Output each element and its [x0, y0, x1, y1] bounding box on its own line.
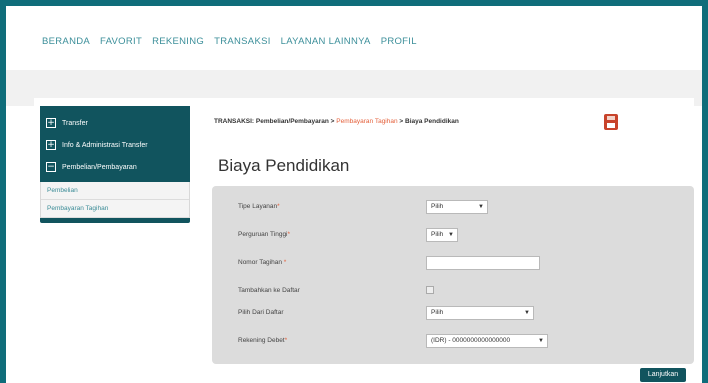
pilih-daftar-select[interactable]: Pilih ▼: [426, 306, 534, 320]
row-tipe-layanan: Tipe Layanan* Pilih ▼: [212, 200, 694, 216]
sidebar-groups: + Transfer + Info & Administrasi Transfe…: [40, 106, 190, 182]
row-perguruan-tinggi: Perguruan Tinggi* Pilih ▼: [212, 228, 694, 244]
chevron-down-icon: ▼: [448, 232, 454, 238]
nav-profil[interactable]: PROFIL: [381, 36, 417, 47]
top-navigation: BERANDA FAVORIT REKENING TRANSAKSI LAYAN…: [6, 6, 702, 71]
rekening-debet-select[interactable]: (IDR) - 0000000000000000 ▼: [426, 334, 548, 348]
lanjutkan-button[interactable]: Lanjutkan: [640, 368, 686, 382]
row-pilih-daftar: Pilih Dari Daftar Pilih ▼: [212, 306, 694, 322]
nav-layanan-lainnya[interactable]: LAYANAN LAINNYA: [281, 36, 371, 47]
breadcrumb: TRANSAKSI: Pembelian/Pembayaran > Pembay…: [214, 118, 459, 125]
row-nomor-tagihan: Nomor Tagihan *: [212, 256, 694, 272]
sidebar-item-transfer[interactable]: + Transfer: [46, 112, 184, 134]
breadcrumb-section: TRANSAKSI: Pembelian/Pembayaran >: [214, 118, 337, 125]
sidebar-subitem-pembelian[interactable]: Pembelian: [41, 182, 189, 200]
breadcrumb-link[interactable]: Pembayaran Tagihan: [336, 118, 397, 125]
breadcrumb-current: > Biaya Pendidikan: [397, 118, 459, 125]
chevron-down-icon: ▼: [524, 310, 530, 316]
row-rekening-debet: Rekening Debet* (IDR) - 0000000000000000…: [212, 334, 694, 350]
nomor-tagihan-input[interactable]: [426, 256, 540, 270]
page-title: Biaya Pendidikan: [218, 156, 350, 175]
nav-transaksi[interactable]: TRANSAKSI: [214, 36, 271, 47]
form-panel: Tipe Layanan* Pilih ▼ Perguruan Tinggi* P…: [212, 186, 694, 364]
expand-icon: +: [46, 140, 56, 150]
sidebar-footer: [40, 218, 190, 223]
sidebar-subitems: Pembelian Pembayaran Tagihan: [40, 182, 190, 218]
chevron-down-icon: ▼: [478, 204, 484, 210]
chevron-down-icon: ▼: [538, 338, 544, 344]
nav-beranda[interactable]: BERANDA: [42, 36, 90, 47]
tipe-layanan-label: Tipe Layanan*: [238, 203, 280, 210]
content-area: + Transfer + Info & Administrasi Transfe…: [34, 98, 694, 383]
main-menu: BERANDA FAVORIT REKENING TRANSAKSI LAYAN…: [42, 36, 417, 47]
sidebar-item-label: Pembelian/Pembayaran: [62, 163, 137, 171]
nav-favorit[interactable]: FAVORIT: [100, 36, 142, 47]
perguruan-tinggi-select[interactable]: Pilih ▼: [426, 228, 458, 242]
app-frame: BERANDA FAVORIT REKENING TRANSAKSI LAYAN…: [6, 6, 702, 383]
sidebar-item-label: Transfer: [62, 119, 88, 127]
row-tambahkan-daftar: Tambahkan ke Daftar: [212, 284, 694, 300]
collapse-icon: −: [46, 162, 56, 172]
rekening-debet-label: Rekening Debet*: [238, 337, 288, 344]
sidebar-item-info-administrasi[interactable]: + Info & Administrasi Transfer: [46, 134, 184, 156]
expand-icon: +: [46, 118, 56, 128]
tipe-layanan-select[interactable]: Pilih ▼: [426, 200, 488, 214]
sidebar-subitem-pembayaran-tagihan[interactable]: Pembayaran Tagihan: [41, 200, 189, 218]
nav-rekening[interactable]: REKENING: [152, 36, 204, 47]
sidebar: + Transfer + Info & Administrasi Transfe…: [40, 106, 190, 223]
perguruan-tinggi-label: Perguruan Tinggi*: [238, 231, 291, 238]
tambahkan-daftar-label: Tambahkan ke Daftar: [238, 287, 300, 294]
print-icon[interactable]: [604, 114, 618, 130]
nomor-tagihan-label: Nomor Tagihan *: [238, 259, 287, 266]
pilih-daftar-label: Pilih Dari Daftar: [238, 309, 284, 316]
tambahkan-daftar-checkbox[interactable]: [426, 286, 434, 294]
sidebar-item-pembelian-pembayaran[interactable]: − Pembelian/Pembayaran: [46, 156, 184, 178]
sidebar-item-label: Info & Administrasi Transfer: [62, 141, 148, 149]
